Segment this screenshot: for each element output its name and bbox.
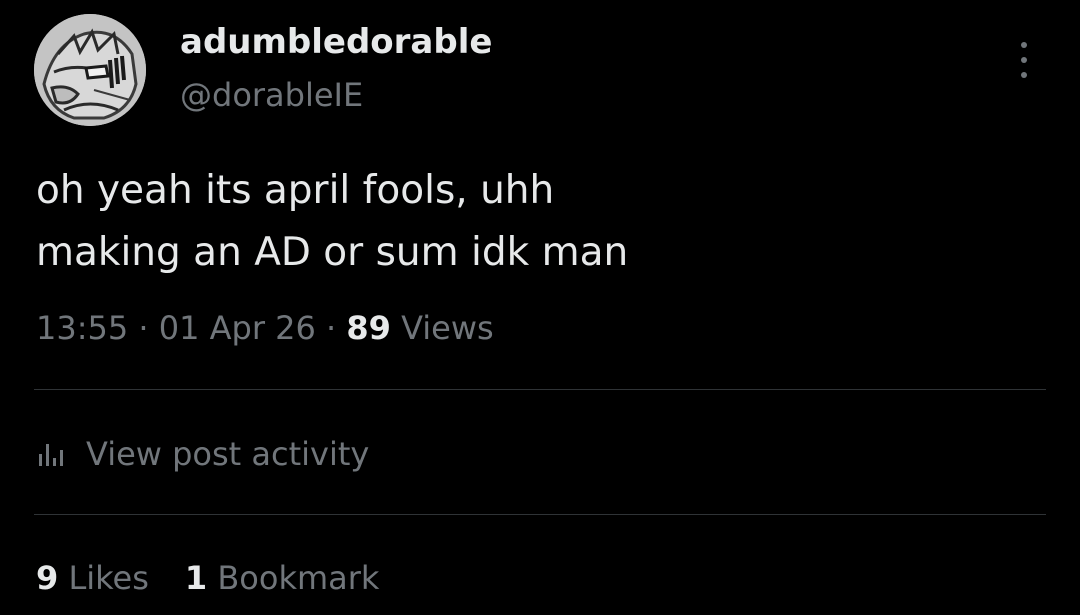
divider — [34, 389, 1046, 390]
author-display-name[interactable]: adumbledorable — [180, 22, 492, 62]
views-label: Views — [401, 309, 494, 347]
post-time[interactable]: 13:55 — [36, 309, 128, 347]
post-text: oh yeah its april fools, uhh making an A… — [36, 160, 1036, 284]
bookmarks-count: 1 — [184, 559, 208, 597]
bookmarks-label: Bookmark — [217, 559, 380, 597]
avatar[interactable] — [34, 14, 146, 126]
meta-separator: · — [326, 309, 337, 347]
post-stats: 9 Likes 1 Bookmark — [36, 556, 379, 600]
post-text-line: making an AD or sum idk man — [36, 230, 629, 275]
views-count: 89 — [346, 309, 391, 347]
likes-label: Likes — [68, 559, 149, 597]
more-options-button[interactable] — [1004, 38, 1044, 82]
more-vertical-icon — [1021, 57, 1027, 63]
more-vertical-icon — [1021, 72, 1027, 78]
post-text-line: oh yeah its april fools, uhh — [36, 168, 555, 213]
avatar-sketch-icon — [34, 14, 146, 126]
likes-count: 9 — [36, 559, 59, 597]
meta-separator: · — [138, 309, 149, 347]
post-date[interactable]: 01 Apr 26 — [159, 309, 316, 347]
more-vertical-icon — [1021, 42, 1027, 48]
view-post-activity-button[interactable]: View post activity — [36, 428, 369, 480]
bar-chart-icon — [36, 440, 68, 468]
post-meta: 13:55 · 01 Apr 26 · 89 Views — [36, 306, 494, 350]
likes-stat[interactable]: 9 Likes — [36, 556, 149, 600]
author-handle[interactable]: @dorableIE — [180, 75, 363, 115]
bookmarks-stat[interactable]: 1 Bookmark — [185, 556, 380, 600]
view-post-activity-label: View post activity — [86, 435, 370, 473]
divider — [34, 514, 1046, 515]
